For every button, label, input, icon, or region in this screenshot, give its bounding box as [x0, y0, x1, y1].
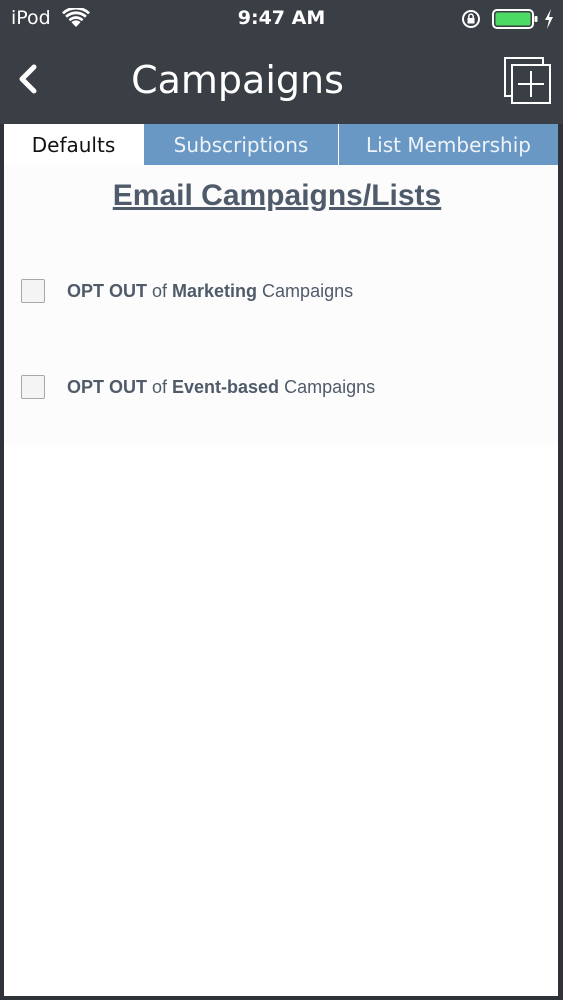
battery-icon	[492, 9, 538, 29]
opt-out-prefix: OPT OUT	[67, 280, 147, 301]
status-bar: iPod 9:47 AM	[0, 0, 563, 38]
opt-out-marketing-label: OPT OUT of Marketing Campaigns	[67, 281, 353, 302]
add-campaign-button[interactable]	[503, 56, 553, 106]
opt-out-event-based-row[interactable]: OPT OUT of Event-based Campaigns	[21, 374, 375, 400]
opt-out-event-based-label: OPT OUT of Event-based Campaigns	[67, 377, 375, 398]
charging-bolt-icon	[545, 9, 553, 29]
opt-out-marketing-row[interactable]: OPT OUT of Marketing Campaigns	[21, 278, 353, 304]
nav-bar: Campaigns	[0, 38, 563, 124]
add-window-icon	[504, 57, 551, 104]
campaign-suffix: Campaigns	[279, 376, 376, 397]
campaign-suffix: Campaigns	[257, 280, 354, 301]
campaign-type: Event-based	[172, 376, 280, 397]
opt-out-marketing-checkbox[interactable]	[21, 279, 45, 303]
opt-out-of: of	[147, 376, 173, 397]
campaign-type: Marketing	[172, 280, 258, 301]
page-title: Campaigns	[131, 58, 344, 102]
tab-subscriptions[interactable]: Subscriptions	[143, 124, 338, 165]
opt-out-event-based-checkbox[interactable]	[21, 375, 45, 399]
defaults-panel: Email Campaigns/Lists OPT OUT of Marketi…	[4, 165, 558, 445]
opt-out-of: of	[147, 280, 173, 301]
tab-bar: Defaults Subscriptions List Membership	[4, 124, 558, 165]
section-heading: Email Campaigns/Lists	[112, 179, 442, 212]
content-area: Defaults Subscriptions List Membership E…	[4, 124, 558, 996]
tab-list-membership[interactable]: List Membership	[338, 124, 558, 165]
opt-out-prefix: OPT OUT	[67, 376, 147, 397]
tab-defaults[interactable]: Defaults	[4, 124, 143, 165]
orientation-lock-icon	[462, 10, 480, 28]
